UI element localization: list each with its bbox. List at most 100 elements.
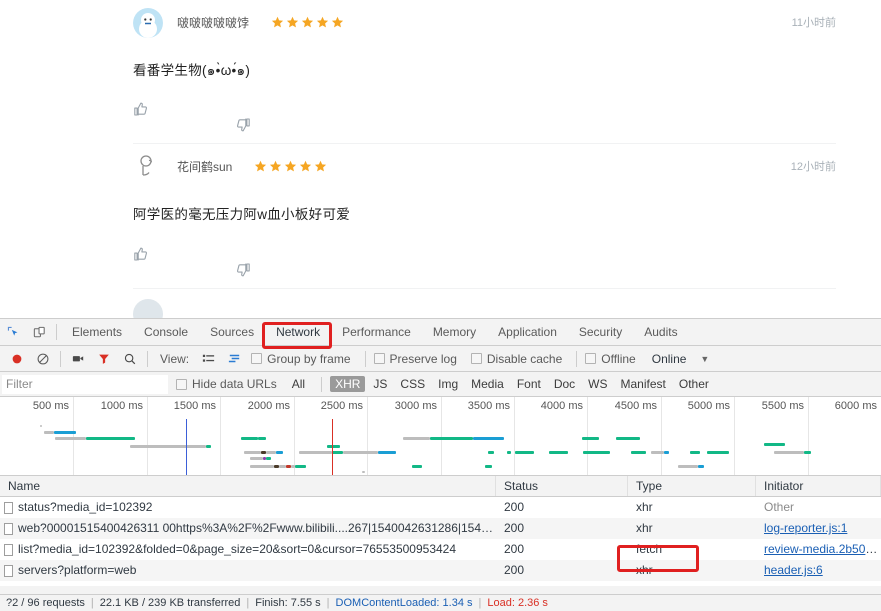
requests-count: ?2 / 96 requests [6,597,85,609]
column-header-initiator[interactable]: Initiator [756,476,881,496]
offline-checkbox[interactable] [585,353,597,364]
waterfall-bar [343,451,378,454]
document-icon [4,543,13,556]
waterfall-bar [241,437,258,440]
throttling-select[interactable]: Online [652,352,687,366]
initiator-link[interactable]: log-reporter.js:1 [764,521,847,535]
initiator-link[interactable]: review-media.2b50030 [764,542,881,556]
filter-type-xhr[interactable]: XHR [330,376,366,392]
table-row[interactable]: servers?platform=web 200 xhr header.js:6 [0,560,881,581]
preserve-log-checkbox[interactable] [373,353,385,364]
toolbar-divider [576,350,578,367]
chevron-down-icon[interactable]: ▼ [700,354,709,364]
thumbs-down-icon[interactable] [219,246,250,276]
column-header-status[interactable]: Status [496,476,628,496]
filter-type-js[interactable]: JS [368,376,392,392]
waterfall-bar [40,425,42,427]
tab-elements[interactable]: Elements [61,319,133,346]
request-name-cell[interactable]: status?media_id=102392 [0,497,496,518]
request-initiator-cell[interactable]: header.js:6 [756,560,881,581]
disable-cache-option[interactable]: Disable cache [470,351,572,366]
camera-icon[interactable] [65,346,91,372]
search-icon[interactable] [117,346,143,372]
disable-cache-label: Disable cache [486,351,563,366]
request-initiator-cell[interactable]: log-reporter.js:1 [756,518,881,539]
initiator-link[interactable]: header.js:6 [764,563,823,577]
waterfall-bar [332,451,343,454]
tab-security[interactable]: Security [568,319,633,346]
hide-data-urls-checkbox[interactable] [176,378,187,390]
inspect-element-icon[interactable] [0,319,26,345]
table-row[interactable]: web?00001515400426311 00https%3A%2F%2Fww… [0,518,881,539]
filter-type-img[interactable]: Img [433,376,463,392]
filter-type-doc[interactable]: Doc [549,376,580,392]
waterfall-bar [678,465,698,468]
group-by-frame-checkbox[interactable] [251,353,263,364]
tab-console[interactable]: Console [133,319,199,346]
device-toolbar-icon[interactable] [26,319,52,345]
request-name-cell[interactable]: list?media_id=102392&folded=0&page_size=… [0,539,496,560]
filter-type-font[interactable]: Font [512,376,546,392]
request-initiator-cell[interactable]: review-media.2b50030 [756,539,881,560]
timeline-tick-label: 4000 ms [540,400,583,412]
comment-username[interactable]: 花间鹤sun [177,158,232,175]
group-by-frame-option[interactable]: Group by frame [251,352,360,366]
load-event-line [332,419,333,475]
document-icon [4,564,13,577]
comment-list: 啵啵啵啵啵饽 11小时前 看番学生物(๑•̀ω•́๑) 花间鹤sun 12小时前 阿学医的… [0,0,881,318]
thumbs-down-icon[interactable] [219,101,250,132]
table-row[interactable]: list?media_id=102392&folded=0&page_size=… [0,539,881,560]
load-time: Load: 2.36 s [487,597,548,609]
hide-data-urls-option[interactable]: Hide data URLs [176,377,287,391]
record-button-icon[interactable] [4,346,30,372]
filter-input[interactable] [2,374,168,394]
network-overview-timeline[interactable]: 500 ms 1000 ms 1500 ms 2000 ms 2500 ms 3000 m… [0,397,881,476]
tab-audits[interactable]: Audits [633,319,688,346]
tab-application[interactable]: Application [487,319,568,346]
clear-icon[interactable] [30,346,56,372]
waterfall-bar [362,471,365,473]
filter-type-manifest[interactable]: Manifest [616,376,671,392]
timeline-gridline [661,397,662,475]
list-view-icon[interactable] [195,346,221,372]
preserve-log-option[interactable]: Preserve log [373,352,467,366]
tab-network[interactable]: Network [265,319,331,346]
avatar[interactable] [133,152,163,183]
status-divider: | [478,597,482,609]
comment-username[interactable]: 啵啵啵啵啵饽 [177,14,249,31]
filter-type-ws[interactable]: WS [583,376,612,392]
filter-type-media[interactable]: Media [466,376,509,392]
avatar[interactable] [133,8,163,38]
column-header-type[interactable]: Type [628,476,756,496]
rating-stars [254,160,327,173]
timeline-tick-label: 1500 ms [173,400,216,412]
tab-performance[interactable]: Performance [331,319,422,346]
offline-option[interactable]: Offline [585,352,645,366]
waterfall-bar [279,465,286,468]
funnel-icon[interactable] [91,346,117,372]
filter-type-other[interactable]: Other [674,376,714,392]
thumbs-up-icon[interactable] [133,101,149,117]
filter-type-css[interactable]: CSS [395,376,430,392]
thumbs-up-icon[interactable] [133,246,149,262]
disable-cache-checkbox[interactable] [470,353,482,364]
waterfall-bar [583,451,610,454]
table-row[interactable]: status?media_id=102392 200 xhr Other [0,497,881,518]
filter-type-all[interactable]: All [287,376,310,392]
waterfall-view-icon[interactable] [221,346,247,372]
timeline-tick-label: 500 ms [32,400,69,412]
document-icon [4,522,13,535]
toolbar-divider [56,324,57,340]
request-name-cell[interactable]: servers?platform=web [0,560,496,581]
tab-sources[interactable]: Sources [199,319,265,346]
transferred-size: 22.1 KB / 239 KB transferred [99,597,241,609]
tab-memory[interactable]: Memory [422,319,487,346]
document-icon [4,501,13,514]
column-header-name[interactable]: Name [0,476,496,496]
filter-divider [321,376,323,392]
avatar[interactable] [133,298,163,318]
comment-text: 阿学医的毫无压力阿w血小板好可爱 [133,207,351,223]
waterfall-bar [698,465,704,468]
request-name-cell[interactable]: web?00001515400426311 00https%3A%2F%2Fww… [0,518,496,539]
network-filter-bar: Hide data URLs All XHRJSCSSImgMediaFontDo… [0,372,881,397]
